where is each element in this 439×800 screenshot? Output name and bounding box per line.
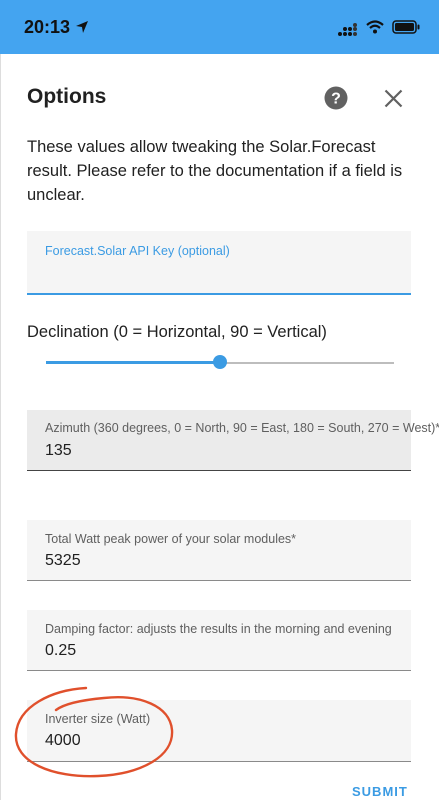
azimuth-label: Azimuth (360 degrees, 0 = North, 90 = Ea… (45, 421, 439, 435)
watt-peak-label: Total Watt peak power of your solar modu… (45, 532, 297, 546)
location-arrow-icon (76, 21, 88, 33)
question-circle-icon[interactable]: ? (324, 86, 348, 110)
inverter-value[interactable]: 4000 (45, 732, 81, 750)
status-time: 20:13 (24, 17, 71, 37)
declination-slider-thumb[interactable] (213, 355, 227, 369)
close-icon[interactable] (384, 89, 403, 108)
declination-slider-fill (46, 361, 220, 364)
damping-label: Damping factor: adjusts the results in t… (45, 622, 392, 636)
watt-peak-value[interactable]: 5325 (45, 552, 81, 570)
battery-icon (392, 20, 420, 34)
svg-text:?: ? (331, 91, 341, 108)
azimuth-value[interactable]: 135 (45, 442, 72, 460)
inverter-field[interactable]: Inverter size (Watt) 4000 (27, 700, 411, 762)
submit-button[interactable]: SUBMIT (352, 784, 408, 799)
damping-field[interactable]: Damping factor: adjusts the results in t… (27, 610, 411, 671)
wifi-icon (366, 20, 384, 34)
declination-label: Declination (0 = Horizontal, 90 = Vertic… (27, 323, 327, 341)
api-key-field[interactable]: Forecast.Solar API Key (optional) (27, 231, 411, 295)
signal-icon (338, 23, 357, 36)
inverter-label: Inverter size (Watt) (45, 712, 151, 726)
status-bar: 20:13 (0, 0, 439, 54)
azimuth-field[interactable]: Azimuth (360 degrees, 0 = North, 90 = Ea… (27, 410, 439, 471)
api-key-label: Forecast.Solar API Key (optional) (45, 244, 230, 258)
intro-text: These values allow tweaking the Solar.Fo… (27, 138, 403, 204)
watt-peak-field[interactable]: Total Watt peak power of your solar modu… (27, 520, 411, 581)
dialog-title: Options (27, 85, 107, 108)
damping-value[interactable]: 0.25 (45, 642, 76, 660)
